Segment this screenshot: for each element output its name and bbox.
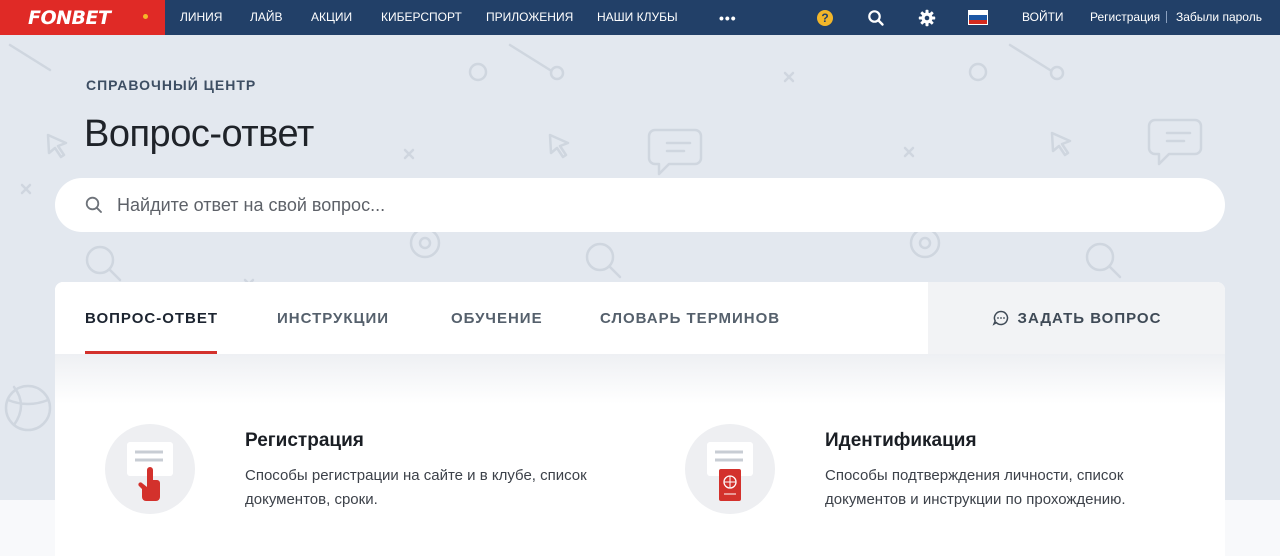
- ask-question-label: ЗАДАТЬ ВОПРОС: [1017, 309, 1162, 327]
- tab-learning[interactable]: ОБУЧЕНИЕ: [451, 310, 543, 327]
- auth-separator: [1166, 11, 1167, 23]
- category-icon-circle: [685, 424, 775, 514]
- category-icon-circle: [105, 424, 195, 514]
- login-button[interactable]: ВОЙТИ: [1022, 0, 1064, 35]
- tab-faq[interactable]: ВОПРОС-ОТВЕТ: [85, 310, 218, 327]
- nav-item-live[interactable]: ЛАЙВ: [250, 0, 283, 35]
- russian-flag-icon[interactable]: [968, 10, 988, 25]
- category-description: Способы подтверждения личности, список д…: [825, 467, 1126, 508]
- forgot-password-link[interactable]: Забыли пароль: [1176, 0, 1262, 35]
- nav-item-clubs[interactable]: НАШИ КЛУБЫ: [597, 0, 678, 35]
- nav-item-promos[interactable]: АКЦИИ: [311, 0, 352, 35]
- tab-bar: ВОПРОС-ОТВЕТ ИНСТРУКЦИИ ОБУЧЕНИЕ СЛОВАРЬ…: [55, 282, 928, 354]
- tab-glossary[interactable]: СЛОВАРЬ ТЕРМИНОВ: [600, 310, 780, 327]
- nav-item-line[interactable]: ЛИНИЯ: [180, 0, 222, 35]
- passport-icon: [707, 442, 753, 501]
- logo[interactable]: FONBET: [0, 0, 165, 35]
- category-description: Способы регистрации на сайте и в клубе, …: [245, 467, 587, 508]
- gear-icon[interactable]: [918, 9, 936, 27]
- content-card: ВОПРОС-ОТВЕТ ИНСТРУКЦИИ ОБУЧЕНИЕ СЛОВАРЬ…: [55, 282, 1225, 556]
- search-input[interactable]: [117, 194, 1117, 216]
- register-link[interactable]: Регистрация: [1090, 0, 1160, 35]
- nav-item-esports[interactable]: КИБЕРСПОРТ: [381, 0, 462, 35]
- search-icon: [85, 196, 102, 213]
- hand-pointer-icon: [127, 442, 173, 501]
- tab-instructions[interactable]: ИНСТРУКЦИИ: [277, 310, 389, 327]
- ask-question-button[interactable]: ЗАДАТЬ ВОПРОС: [928, 282, 1225, 354]
- tab-shadow: [55, 354, 1225, 404]
- category-title: Идентификация: [825, 430, 977, 451]
- top-navigation: FONBET ЛИНИЯ ЛАЙВ АКЦИИ КИБЕРСПОРТ ПРИЛО…: [0, 0, 1280, 35]
- more-menu-icon[interactable]: •••: [719, 10, 737, 26]
- page-title: Вопрос-ответ: [84, 113, 314, 155]
- search-icon[interactable]: [867, 9, 885, 27]
- nav-item-apps[interactable]: ПРИЛОЖЕНИЯ: [486, 0, 573, 35]
- breadcrumb[interactable]: СПРАВОЧНЫЙ ЦЕНТР: [86, 77, 256, 93]
- chat-bubble-icon: [992, 310, 1008, 326]
- help-icon[interactable]: ?: [817, 10, 833, 26]
- search-bar[interactable]: [55, 178, 1225, 232]
- category-title: Регистрация: [245, 430, 364, 451]
- logo-dot: [143, 14, 148, 19]
- logo-text: FONBET: [28, 6, 111, 29]
